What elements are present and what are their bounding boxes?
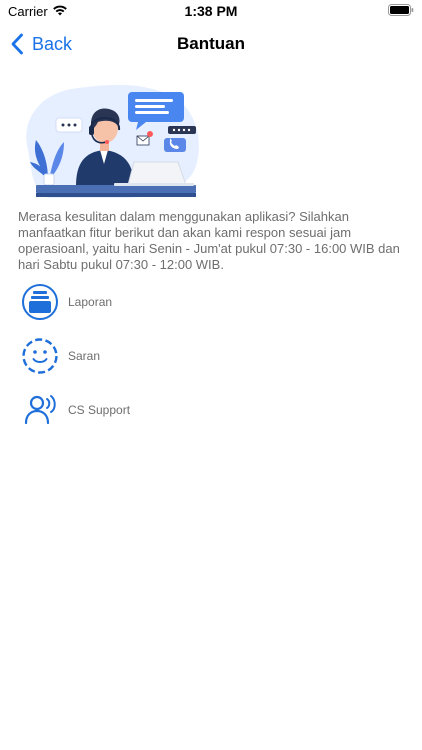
- menu-label-cs-support: CS Support: [68, 403, 131, 417]
- menu-item-saran[interactable]: Saran: [20, 336, 410, 376]
- menu-label-laporan: Laporan: [68, 295, 113, 309]
- menu-item-laporan[interactable]: Laporan: [20, 282, 410, 322]
- customer-support-illustration: [26, 84, 199, 198]
- status-bar: Carrier 1:38 PM: [0, 0, 422, 22]
- status-time: 1:38 PM: [184, 3, 238, 19]
- cs-support-icon: [20, 390, 60, 430]
- help-description: Merasa kesulitan dalam menggunakan aplik…: [18, 209, 400, 272]
- report-icon: [20, 282, 60, 322]
- smiley-icon: [20, 336, 60, 376]
- menu-label-saran: Saran: [68, 349, 101, 363]
- menu-item-cs-support[interactable]: CS Support: [20, 390, 410, 430]
- battery-icon: [388, 4, 414, 16]
- navigation-bar: Back Bantuan: [0, 22, 422, 66]
- page-title: Bantuan: [177, 34, 245, 53]
